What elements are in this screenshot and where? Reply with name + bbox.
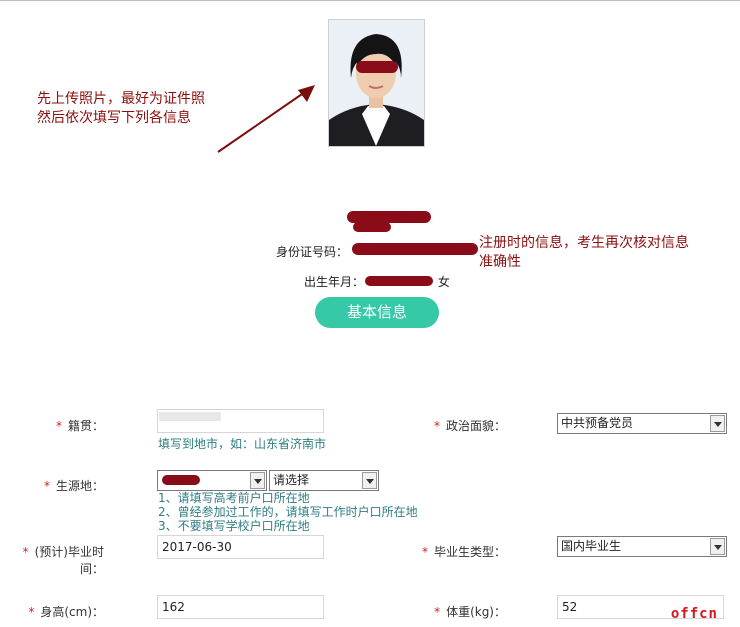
chevron-down-icon[interactable] [362,472,377,489]
annotation-arrow [217,85,315,153]
origin-city-select[interactable]: 请选择 [269,470,379,491]
native-place-redaction [159,412,221,421]
face-redaction [356,61,398,73]
portrait-illustration [329,20,424,146]
verify-annotation: 注册时的信息，考生再次核对信息 准确性 [479,234,689,272]
political-status-select[interactable]: 中共预备党员 [557,413,727,434]
political-status-value: 中共预备党员 [561,416,634,430]
weight-label: * 体重(kg)： [434,605,506,619]
height-label: * 身高(cm)： [28,605,104,619]
origin-hint-2: 2、曾经参加过工作的，请填写工作时户口所在地 [158,505,418,519]
origin-city-value: 请选择 [273,473,310,487]
id-number-label: 身份证号码： [276,245,349,259]
chevron-down-icon[interactable] [710,538,725,555]
verify-annotation-line2: 准确性 [479,254,521,270]
origin-hint-3: 3、不要填写学校户口所在地 [158,519,310,533]
upload-annotation-line1: 先上传照片，最好为证件照 [37,91,205,107]
graduation-time-label: * (预计)毕业时间： [22,545,104,576]
top-divider [0,0,740,1]
verify-annotation-line1: 注册时的信息，考生再次核对信息 [479,235,689,251]
graduate-type-label: * 毕业生类型： [421,545,506,559]
birth-redaction [365,276,433,286]
graduate-type-select[interactable]: 国内毕业生 [557,536,727,557]
name-redaction-2 [353,222,391,232]
graduate-type-value: 国内毕业生 [561,539,622,553]
height-input[interactable] [157,595,324,619]
native-place-hint: 填写到地市，如：山东省济南市 [158,437,327,451]
upload-annotation: 先上传照片，最好为证件照 然后依次填写下列各信息 [37,90,205,128]
offcn-watermark: offcn [670,606,718,622]
political-status-label: * 政治面貌： [433,419,506,433]
chevron-down-icon[interactable] [710,415,725,432]
graduation-time-input[interactable] [157,535,324,559]
basic-info-button[interactable]: 基本信息 [315,297,439,328]
origin-hint-1: 1、请填写高考前户口所在地 [158,491,310,505]
gender-value: 女 [437,275,450,289]
origin-label: * 生源地： [43,479,104,493]
applicant-photo[interactable] [328,19,425,147]
id-number-redaction [352,243,478,255]
origin-hints: 1、请填写高考前户口所在地 2、曾经参加过工作的，请填写工作时户口所在地 3、不… [158,491,418,533]
origin-province-redaction [162,475,200,485]
upload-annotation-line2: 然后依次填写下列各信息 [37,110,191,126]
chevron-down-icon[interactable] [250,472,265,489]
native-place-label: * 籍贯： [55,419,104,433]
id-number-row: 身份证号码： [276,243,348,260]
birth-label: 出生年月： [304,275,365,289]
